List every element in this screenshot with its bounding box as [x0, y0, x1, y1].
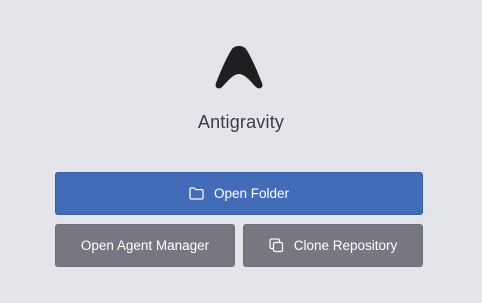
app-title: Antigravity: [197, 112, 285, 132]
copy-icon: [269, 238, 285, 254]
open-folder-button[interactable]: Open Folder: [55, 172, 423, 215]
clone-repository-label: Clone Repository: [293, 238, 398, 253]
open-folder-label: Open Folder: [213, 186, 290, 201]
antigravity-logo-icon: [215, 46, 263, 89]
clone-repository-button[interactable]: Clone Repository: [243, 224, 423, 267]
welcome-screen: Antigravity Open Folder Open Agent Manag…: [0, 0, 482, 303]
open-agent-manager-label: Open Agent Manager: [80, 238, 210, 253]
folder-icon: [189, 186, 205, 202]
open-agent-manager-button[interactable]: Open Agent Manager: [55, 224, 235, 267]
